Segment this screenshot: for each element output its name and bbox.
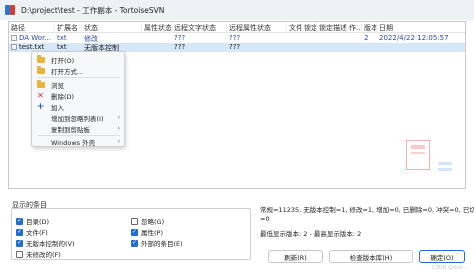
checkbox-checked-icon: ✓ <box>131 239 138 247</box>
column-header-prop-status[interactable]: 属性状态 <box>142 23 172 33</box>
menu-separator <box>38 77 120 78</box>
checkbox-checked-icon: ✓ <box>16 228 23 236</box>
title-bar: D:\project\test - 工作副本 - TortoiseSVN <box>0 0 474 20</box>
check-repository-button[interactable]: 检查版本库(H) <box>329 250 413 263</box>
refresh-button[interactable]: 刷新(R) <box>268 250 323 263</box>
column-header-path[interactable]: 路径 <box>9 23 55 33</box>
menu-item-add[interactable]: + 加入 <box>34 101 122 112</box>
column-header-status[interactable]: 状态 <box>82 23 142 33</box>
menu-item-delete[interactable]: ✕ 删除(D) <box>34 90 122 101</box>
x-icon: ✕ <box>37 90 44 100</box>
checkbox-files[interactable]: ✓ 文件(F) <box>16 227 48 237</box>
cell-status: 修改 <box>84 35 98 43</box>
file-icon <box>11 44 17 50</box>
status-summary-line: 常规=11235, 无版本控制=1, 修改=1, 增加=0, 已删除=0, 冲突… <box>260 206 474 214</box>
checkbox-unchecked-icon <box>16 250 23 258</box>
chevron-right-icon: › <box>117 125 120 132</box>
empty-state-illustration <box>406 140 465 188</box>
tortoisesvn-app-icon <box>4 4 16 16</box>
cell-remote-text: ??? <box>174 34 186 42</box>
folder-icon <box>35 54 46 65</box>
menu-item-add-to-ignore[interactable]: 增加到忽略列表(I) › <box>34 112 122 123</box>
menu-item-browse[interactable]: 浏览 <box>34 79 122 90</box>
column-header-lock-desc[interactable]: 锁定描述 <box>317 23 347 33</box>
menu-item-windows-shell[interactable]: Windows 外壳 › <box>34 136 122 147</box>
window-title: D:\project\test - 工作副本 - TortoiseSVN <box>21 5 165 15</box>
folder-icon <box>35 65 46 76</box>
column-header-remote-text[interactable]: 远程文字状态 <box>172 23 227 33</box>
chevron-right-icon: › <box>117 138 120 145</box>
status-summary: 常规=11235, 无版本控制=1, 修改=1, 增加=0, 已删除=0, 冲突… <box>260 206 474 223</box>
column-header-file[interactable]: 文件 <box>287 23 302 33</box>
context-menu: 打开(O) 打开方式... 浏览 ✕ 删除(D) + 加入 增加到忽略列表(I)… <box>31 51 125 147</box>
checkbox-checked-icon: ✓ <box>16 217 23 225</box>
checkbox-unversioned[interactable]: ✓ 无版本控制的(V) <box>16 238 75 248</box>
revision-range: 最低显示版本: 2 - 最高显示版本: 2 <box>260 230 362 238</box>
list-header: 路径 扩展名 状态 属性状态 远程文字状态 远程属性状态 文件 锁定 锁定描述 … <box>9 22 465 33</box>
checkbox-properties[interactable]: ✓ 属性(P) <box>131 227 163 237</box>
menu-item-open-with[interactable]: 打开方式... <box>34 65 122 76</box>
column-header-ext[interactable]: 扩展名 <box>55 23 82 33</box>
menu-item-copy-to-clipboard[interactable]: 复制到剪贴板 › <box>34 123 122 134</box>
cell-date: 2022/4/22 12:05:57 <box>379 34 449 42</box>
checkbox-externals[interactable]: ✓ 外部的条目(E) <box>131 238 183 248</box>
checkbox-checked-icon: ✓ <box>16 239 23 247</box>
column-header-revision[interactable]: 版本 <box>362 23 377 33</box>
ok-button[interactable]: 确定(O) <box>419 250 465 263</box>
file-icon <box>11 35 17 41</box>
checkbox-unmodified[interactable]: 未修改的(F) <box>16 249 61 259</box>
status-summary-line: =0 <box>260 214 270 223</box>
cell-remote-text: ??? <box>174 43 186 51</box>
column-header-date[interactable]: 日期 <box>377 23 465 33</box>
checkbox-ignored[interactable]: 忽略(G) <box>131 216 164 226</box>
column-header-author[interactable]: 作... <box>347 23 362 33</box>
chevron-right-icon: › <box>117 114 120 121</box>
table-row[interactable]: DA Wor... txt 修改 ??? ??? 2 2022/4/22 12:… <box>9 34 465 43</box>
cell-remote-prop: ??? <box>229 43 241 51</box>
cell-revision: 2 <box>364 34 369 42</box>
checkbox-checked-icon: ✓ <box>131 228 138 236</box>
menu-item-open[interactable]: 打开(O) <box>34 54 122 65</box>
checkbox-directories[interactable]: ✓ 目录(D) <box>16 216 49 226</box>
column-header-lock[interactable]: 锁定 <box>302 23 317 33</box>
column-header-remote-prop[interactable]: 远程属性状态 <box>227 23 287 33</box>
cell-remote-prop: ??? <box>229 34 241 42</box>
plus-icon: + <box>36 101 45 112</box>
checkbox-unchecked-icon <box>131 217 138 225</box>
cell-path: DA Wor... <box>9 34 55 43</box>
folder-icon <box>35 79 46 90</box>
watermark: CSDN @dnh... <box>432 265 468 271</box>
cell-ext: txt <box>57 34 67 42</box>
